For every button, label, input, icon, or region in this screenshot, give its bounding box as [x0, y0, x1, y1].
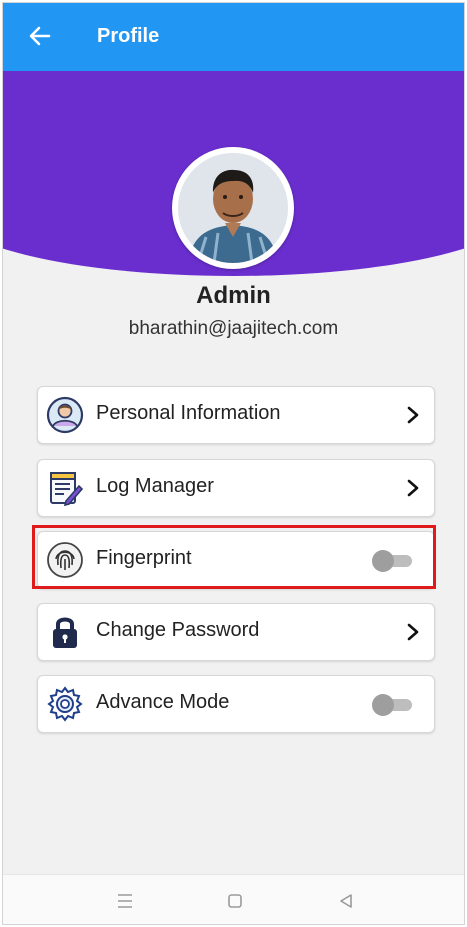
app-bar: Profile [3, 3, 464, 71]
menu-item-label: Log Manager [96, 475, 214, 497]
menu-icon[interactable] [115, 891, 135, 911]
advance-mode-toggle[interactable] [372, 694, 414, 716]
app-screen: Profile Admin bharathin@jaajitech.com Pe… [2, 2, 465, 925]
menu-item-personal-information[interactable]: Personal Information [37, 386, 435, 444]
chevron-right-icon [407, 406, 419, 424]
menu-item-label: Personal Information [96, 402, 281, 424]
lock-icon [53, 617, 77, 648]
menu-item-log-manager[interactable]: Log Manager [37, 459, 435, 517]
avatar-photo [178, 153, 288, 263]
home-icon[interactable] [225, 891, 245, 911]
system-nav-bar [3, 874, 464, 924]
back-triangle-icon[interactable] [336, 891, 356, 911]
menu-item-change-password[interactable]: Change Password [37, 603, 435, 661]
gear-icon [47, 686, 83, 722]
person-photo-icon [178, 153, 288, 263]
back-arrow-icon[interactable] [27, 23, 53, 49]
fingerprint-highlight-box [32, 525, 436, 589]
person-icon [46, 396, 84, 434]
avatar[interactable] [172, 147, 294, 269]
page-title: Profile [97, 25, 160, 47]
menu-item-label: Change Password [96, 619, 260, 641]
menu-item-label: Advance Mode [96, 691, 230, 713]
chevron-right-icon [407, 623, 419, 641]
profile-name: Admin [196, 282, 271, 309]
notepad-icon [50, 472, 84, 507]
menu-item-advance-mode[interactable]: Advance Mode [37, 675, 435, 733]
profile-email: bharathin@jaajitech.com [128, 318, 339, 339]
chevron-right-icon [407, 479, 419, 497]
toggle-knob [372, 694, 394, 716]
